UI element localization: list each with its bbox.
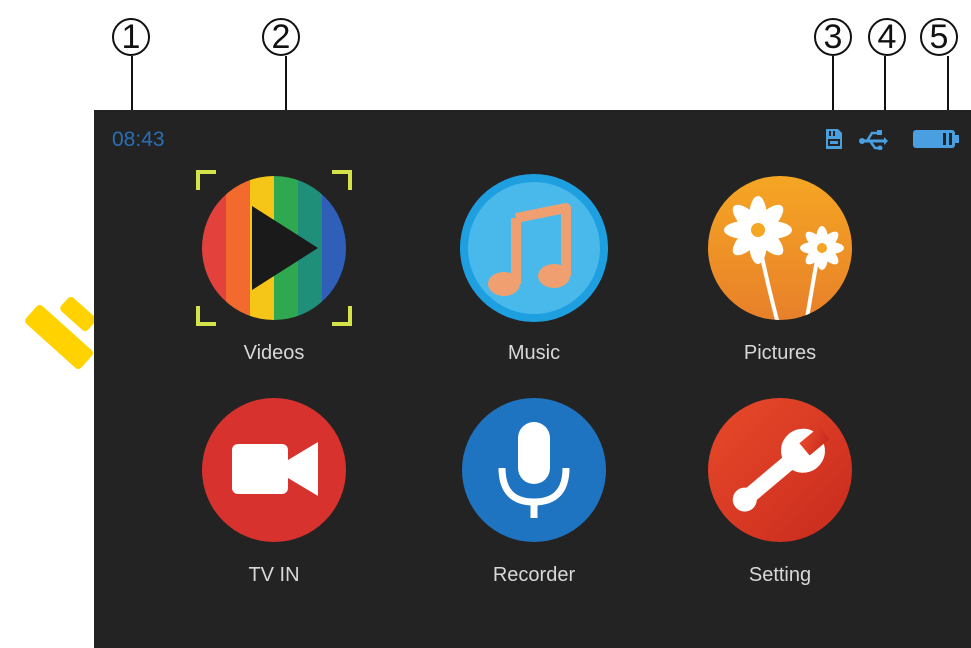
menu-item-music[interactable]: Music (454, 168, 614, 365)
callout-2: 2 (262, 18, 300, 56)
menu-item-label: Music (507, 342, 561, 364)
status-clock: 08:43 (112, 128, 165, 151)
callout-1-leader (131, 56, 133, 112)
menu-item-label: Setting (748, 564, 812, 586)
callout-5: 5 (920, 18, 958, 56)
menu-item-label: Recorder (492, 564, 576, 586)
sd-card-icon (826, 129, 842, 149)
callout-4: 4 (868, 18, 906, 56)
menu-item-pictures[interactable]: Pictures (700, 168, 860, 365)
battery-icon (913, 130, 959, 148)
microphone-icon (462, 398, 606, 542)
menu-item-recorder[interactable]: Recorder (454, 390, 614, 587)
video-play-icon (196, 170, 352, 326)
menu-item-videos[interactable]: Videos (194, 168, 354, 365)
menu-item-setting[interactable]: Setting (700, 390, 860, 587)
flower-icon (708, 176, 852, 320)
camera-icon (202, 398, 346, 542)
callout-1: 1 (112, 18, 150, 56)
menu-item-tv-in[interactable]: TV IN (194, 390, 354, 587)
menu-item-label: Videos (243, 342, 305, 364)
callout-3: 3 (814, 18, 852, 56)
menu-item-label: Pictures (743, 342, 817, 364)
music-note-icon (460, 174, 608, 322)
wrench-icon (708, 398, 852, 542)
device-screen: 08:43 Videos Music Pictures TV IN Record… (94, 110, 971, 648)
menu-item-label: TV IN (248, 564, 300, 586)
usb-icon (859, 130, 888, 150)
